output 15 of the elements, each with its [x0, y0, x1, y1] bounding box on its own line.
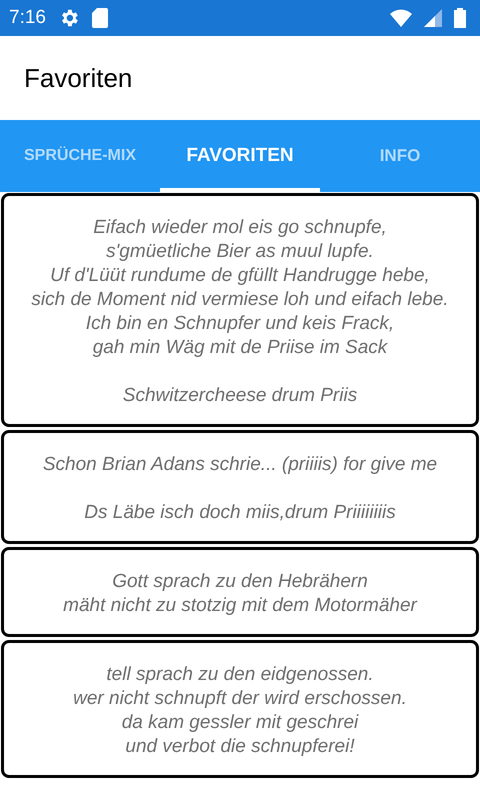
quote-text: Schon Brian Adans schrie... (priiiis) for give me Ds Läbe isch doch miis,drum Priiiiiiiis [42, 453, 438, 525]
page-title: Favoriten [24, 62, 132, 94]
wifi-icon [390, 9, 412, 27]
quote-text: Gott sprach zu den Hebrähern mäht nicht zu stotzig mit dem Motormäher [62, 570, 418, 618]
battery-icon [454, 8, 466, 28]
quote-card[interactable]: tell sprach zu den eidgenossen. wer nicht schnupft der wird erschossen. da kam gessler mit geschrei und verbot die schnupferei! [1, 640, 479, 778]
quote-text: tell sprach zu den eidgenossen. wer nicht schnupft der wird erschossen. da kam gessler mit geschrei und verbot die schnupferei! [72, 663, 408, 759]
quote-text: Eifach wieder mol eis go schnupfe, s'gmüetliche Bier as muul lupfe. Uf d'Lüüt rundume de gfüllt Handrugge hebe, sich de Moment nid vermiese loh und eifach lebe. Ich bin en Schnupfer und keis Frack, gah min Wäg mit de Priise im Sack Schwitzercheese drum Priis [30, 216, 450, 408]
clock: 7:16 [9, 7, 46, 29]
quote-card[interactable] [1, 193, 479, 427]
quote-card[interactable]: Schon Brian Adans schrie... (priiiis) for give me Ds Läbe isch doch miis,drum Priiiiiiiis [1, 430, 479, 544]
sd-card-icon [92, 8, 108, 28]
quote-card[interactable]: Gott sprach zu den Hebrähern mäht nicht zu stotzig mit dem Motormäher [1, 547, 479, 637]
cell-signal-icon [424, 9, 442, 27]
tab[interactable]: FAVORITEN [160, 120, 320, 192]
